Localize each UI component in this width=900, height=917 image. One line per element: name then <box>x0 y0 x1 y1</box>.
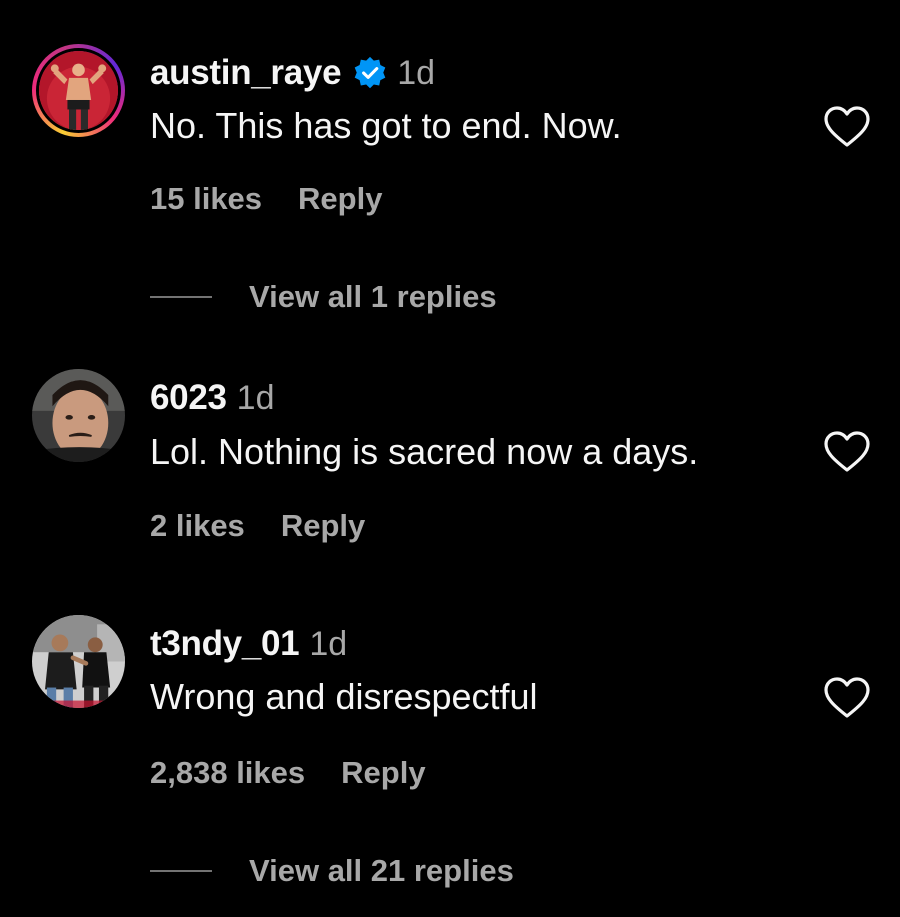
likes-count[interactable]: 2,838 likes <box>150 753 305 793</box>
comment-username[interactable]: 6023 <box>150 378 227 418</box>
likes-count[interactable]: 15 likes <box>150 179 262 219</box>
comment-username[interactable]: t3ndy_01 <box>150 624 300 664</box>
avatar-image <box>32 369 125 462</box>
view-replies-label: View all 1 replies <box>249 279 497 314</box>
heart-outline-icon[interactable] <box>823 676 871 720</box>
comment-text: No. This has got to end. Now. <box>150 105 622 146</box>
reply-button[interactable]: Reply <box>281 506 365 546</box>
avatar[interactable] <box>32 44 125 137</box>
comment-timestamp: 1d <box>236 378 275 417</box>
view-replies-button[interactable]: View all 21 replies <box>150 851 514 891</box>
comment-text: Lol. Nothing is sacred now a days. <box>150 431 699 472</box>
comment-timestamp: 1d <box>397 53 436 92</box>
avatar[interactable] <box>32 615 125 708</box>
reply-button[interactable]: Reply <box>298 179 382 219</box>
heart-outline-icon[interactable] <box>823 430 871 474</box>
avatar-image <box>39 51 118 130</box>
verified-badge-icon <box>354 56 386 89</box>
comment-text: Wrong and disrespectful <box>150 676 538 717</box>
comment-timestamp: 1d <box>309 624 348 663</box>
reply-button[interactable]: Reply <box>341 753 425 793</box>
avatar[interactable] <box>32 369 125 462</box>
likes-count[interactable]: 2 likes <box>150 506 245 546</box>
avatar-image <box>32 615 125 708</box>
view-replies-button[interactable]: View all 1 replies <box>150 277 497 317</box>
comment-username[interactable]: austin_raye <box>150 53 342 93</box>
heart-outline-icon[interactable] <box>823 105 871 149</box>
view-replies-label: View all 21 replies <box>249 853 514 888</box>
thread-line <box>150 870 212 872</box>
thread-line <box>150 296 212 298</box>
